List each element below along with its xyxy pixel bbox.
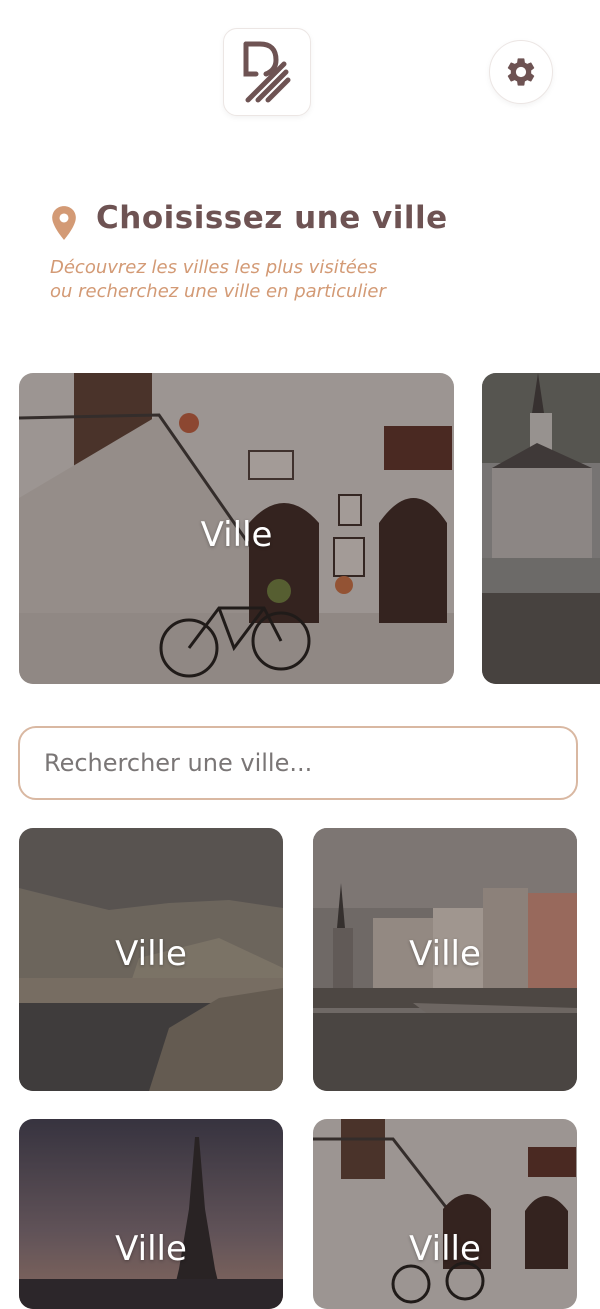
city-name: Ville [115,934,187,974]
subtitle-line-1: Découvrez les villes les plus visitées [50,257,378,278]
page-title: Choisissez une ville [96,200,448,236]
photo-overlay [19,1119,283,1309]
city-name: Ville [409,1229,481,1269]
search-input[interactable] [20,728,576,798]
city-name: Ville [115,1229,187,1269]
search-field[interactable] [18,726,578,800]
page-subtitle: Découvrez les villes les plus visitées o… [50,256,490,304]
photo-overlay [313,1119,577,1309]
subtitle-line-2: ou recherchez une ville en particulier [50,281,386,302]
city-card[interactable]: Ville [313,828,577,1091]
city-card[interactable]: Ville [19,1119,283,1309]
city-name: Ville [200,515,273,555]
featured-city-card[interactable] [482,373,600,684]
app-logo [223,28,311,116]
app-logo-icon [243,41,291,103]
city-name: Ville [409,934,481,974]
settings-button[interactable] [489,40,553,104]
featured-city-card[interactable]: Ville [19,373,454,684]
gear-icon [507,58,535,86]
photo-overlay [482,373,600,684]
location-pin-icon [52,206,76,240]
city-card[interactable]: Ville [19,828,283,1091]
city-card[interactable]: Ville [313,1119,577,1309]
